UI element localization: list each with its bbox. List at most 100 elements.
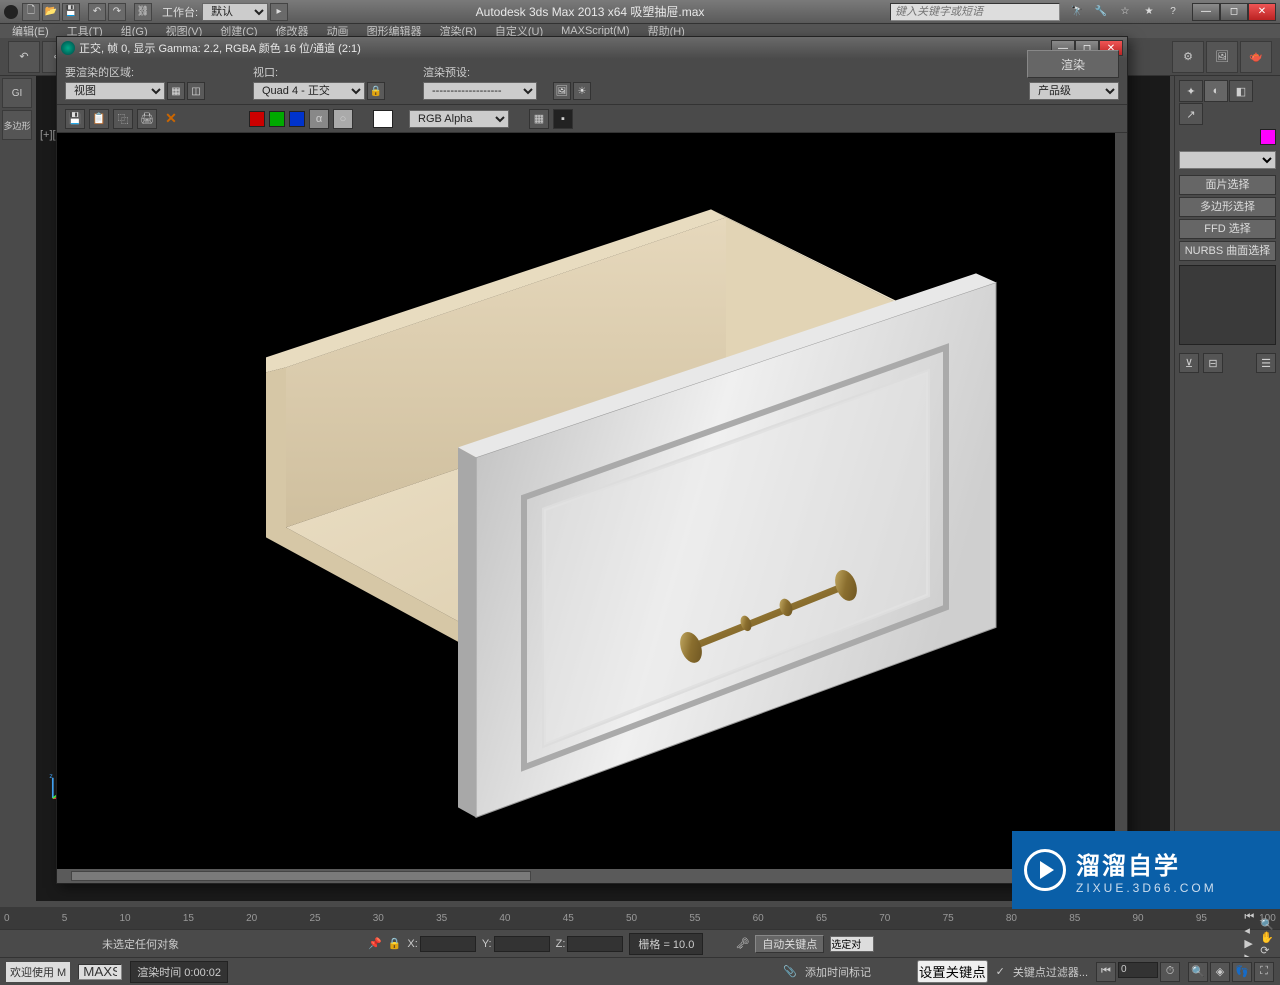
render-scroll-horizontal[interactable]	[57, 869, 1127, 883]
search-input[interactable]	[890, 3, 1060, 21]
render-frame-icon[interactable]: 🖼	[1206, 41, 1238, 73]
production-dropdown[interactable]: 产品级	[1029, 82, 1119, 100]
key-filter-icon[interactable]: ✓	[996, 965, 1005, 978]
render-output-viewport[interactable]	[57, 133, 1127, 869]
prev-key-icon[interactable]: ⏮	[1096, 962, 1116, 982]
blue-channel-icon[interactable]	[289, 111, 305, 127]
window-controls: — ◻ ✕	[1192, 3, 1276, 21]
new-icon[interactable]: 🗋	[22, 3, 40, 21]
render-setup-icon2[interactable]: 🖼	[553, 82, 571, 100]
close-button[interactable]: ✕	[1248, 3, 1276, 21]
create-tab-icon[interactable]: ✦	[1179, 80, 1203, 102]
mono-channel-icon[interactable]: ○	[333, 109, 353, 129]
star-icon[interactable]: ☆	[1116, 3, 1134, 21]
bg-color-swatch[interactable]	[373, 110, 393, 128]
nav-max2-icon[interactable]: ⛶	[1254, 962, 1274, 982]
key-mode-icon[interactable]: 🗝	[735, 937, 749, 950]
nav-fov-icon[interactable]: ◈	[1210, 962, 1230, 982]
modifier-list-dropdown[interactable]	[1179, 151, 1276, 169]
area-dropdown[interactable]: 视图	[65, 82, 165, 100]
nav-walk-icon[interactable]: 👣	[1232, 962, 1252, 982]
clone-window-icon[interactable]: ⿻	[113, 109, 133, 129]
wrench-icon[interactable]: 🔧	[1092, 3, 1110, 21]
modifier-stack[interactable]	[1179, 265, 1276, 345]
render-scroll-vertical[interactable]	[1115, 133, 1127, 855]
show-end-icon[interactable]: ⊟	[1203, 353, 1223, 373]
pin-stack-icon[interactable]: ⊻	[1179, 353, 1199, 373]
motion-tab-icon[interactable]: ↗	[1179, 103, 1203, 125]
workspace-dropdown[interactable]: 默认	[202, 3, 268, 21]
prev-frame-icon[interactable]: ◂	[1244, 924, 1254, 937]
nurbs-select-button[interactable]: NURBS 曲面选择	[1179, 241, 1276, 261]
object-color-swatch[interactable]	[1260, 129, 1276, 145]
menu-item[interactable]: 编辑(E)	[12, 24, 49, 38]
redo-icon[interactable]: ↷	[108, 3, 126, 21]
scroll-thumb-h[interactable]	[71, 871, 531, 881]
welcome-label: 欢迎使用 M	[6, 962, 70, 982]
time-config-icon[interactable]: ⏱	[1160, 962, 1180, 982]
preset-dropdown[interactable]: -------------------	[423, 82, 537, 100]
region-icon[interactable]: ▦	[167, 82, 185, 100]
render-button[interactable]: 渲染	[1027, 50, 1119, 78]
maxscript-input[interactable]	[78, 964, 122, 980]
favorite-icon[interactable]: ★	[1140, 3, 1158, 21]
render-window-titlebar[interactable]: 正交, 帧 0, 显示 Gamma: 2.2, RGBA 颜色 16 位/通道 …	[57, 37, 1127, 59]
copy-image-icon[interactable]: 📋	[89, 109, 109, 129]
minimize-button[interactable]: —	[1192, 3, 1220, 21]
link-icon[interactable]: ⛓	[134, 3, 152, 21]
viewport-dropdown[interactable]: Quad 4 - 正交	[253, 82, 365, 100]
y-input[interactable]	[494, 936, 550, 952]
environment-icon[interactable]: ☀	[573, 82, 591, 100]
open-icon[interactable]: 📂	[42, 3, 60, 21]
ffd-select-button[interactable]: FFD 选择	[1179, 219, 1276, 239]
key-filter-label[interactable]: 关键点过滤器...	[1013, 964, 1088, 980]
undo-tool-icon[interactable]: ↶	[8, 41, 40, 73]
z-input[interactable]	[567, 936, 623, 952]
graphite-btn[interactable]: GI	[2, 78, 32, 108]
undo-icon[interactable]: ↶	[88, 3, 106, 21]
auto-region-icon[interactable]: ◫	[187, 82, 205, 100]
poly-model-btn[interactable]: 多边形	[2, 110, 32, 140]
toggle-overlay-icon[interactable]: ▦	[529, 109, 549, 129]
play-icon[interactable]: ▶	[1244, 937, 1254, 950]
help-icon[interactable]: ?	[1164, 3, 1182, 21]
add-time-tag[interactable]: 添加时间标记	[805, 964, 871, 980]
nav-zoom-icon[interactable]: 🔍	[1260, 918, 1274, 931]
auto-key-target[interactable]	[830, 936, 874, 952]
goto-start-icon[interactable]: ⏮	[1244, 911, 1254, 924]
timeline[interactable]: 0510152025303540455055606570758085909510…	[0, 907, 1280, 929]
save-image-icon[interactable]: 💾	[65, 109, 85, 129]
lock-viewport-icon[interactable]: 🔒	[367, 82, 385, 100]
frame-input[interactable]	[1118, 962, 1158, 978]
save-icon[interactable]: 💾	[62, 3, 80, 21]
red-channel-icon[interactable]	[249, 111, 265, 127]
app-icon[interactable]	[4, 5, 18, 19]
nav-pan-icon[interactable]: ✋	[1260, 931, 1274, 944]
render-window-title: 正交, 帧 0, 显示 Gamma: 2.2, RGBA 颜色 16 位/通道 …	[79, 40, 1051, 56]
toggle-ui-icon[interactable]: ▪	[553, 109, 573, 129]
time-tag-icon[interactable]: 📎	[783, 965, 797, 978]
alpha-channel-icon[interactable]: α	[309, 109, 329, 129]
green-channel-icon[interactable]	[269, 111, 285, 127]
workspace-arrow-icon[interactable]: ▸	[270, 3, 288, 21]
patch-select-button[interactable]: 面片选择	[1179, 175, 1276, 195]
scroll-thumb[interactable]	[1116, 143, 1126, 843]
lock-selection-icon[interactable]: 📌	[368, 937, 382, 950]
auto-key-button[interactable]: 自动关键点	[755, 935, 824, 953]
clear-icon[interactable]: ✕	[161, 109, 181, 129]
render-setup-icon[interactable]: ⚙	[1172, 41, 1204, 73]
hierarchy-tab-icon[interactable]: ◧	[1229, 80, 1253, 102]
nav-zoom2-icon[interactable]: 🔍	[1188, 962, 1208, 982]
channel-dropdown[interactable]: RGB Alpha	[409, 110, 509, 128]
maximize-button[interactable]: ◻	[1220, 3, 1248, 21]
poly-select-button[interactable]: 多边形选择	[1179, 197, 1276, 217]
configure-icon[interactable]: ☰	[1256, 353, 1276, 373]
modify-tab-icon[interactable]: ◐	[1204, 80, 1228, 102]
binoculars-icon[interactable]: 🔭	[1068, 3, 1086, 21]
nav-orbit-icon[interactable]: ⟳	[1260, 944, 1274, 957]
x-input[interactable]	[420, 936, 476, 952]
set-key-button[interactable]: 设置关键点	[917, 960, 988, 983]
print-icon[interactable]: 🖨	[137, 109, 157, 129]
teapot-render-icon[interactable]: 🫖	[1240, 41, 1272, 73]
lock-icon[interactable]: 🔒	[388, 937, 402, 950]
